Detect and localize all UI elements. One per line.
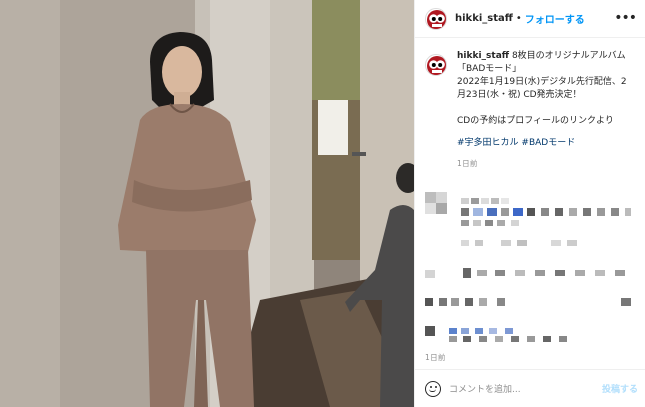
caption-username[interactable]: hikki_staff [457,51,509,61]
caption-text: hikki_staff 8枚目のオリジナルアルバム 「BADモード」 2022年… [457,50,640,150]
post-side-panel: hikki_staff • フォローする ••• hikki_staff 8枚目… [414,0,645,407]
comment-input[interactable]: コメントを追加... [449,382,602,395]
caption-hashtags[interactable]: #宇多田ヒカル #BADモード [457,137,640,150]
comment-timestamp: 1日前 [425,353,446,362]
caption-line-2: 「BADモード」 [457,64,522,74]
caption-line-1: 8枚目のオリジナルアルバム [511,51,626,61]
comment-text-blurred [461,198,631,228]
profile-avatar[interactable] [425,7,447,30]
pixelated-comments: 1日前 [415,188,645,368]
comment-row-2-blurred [425,268,635,280]
username-link[interactable]: hikki_staff [455,13,513,24]
comment-meta-blurred [461,240,581,248]
separator-dot: • [515,13,522,24]
caption-link-line: CDの予約はプロフィールのリンクより [457,116,614,126]
caption-line-3: 2022年1月19日(水)デジタル先行配信、2 [457,77,627,87]
caption-timestamp: 1日前 [457,159,478,168]
post-header: hikki_staff • フォローする ••• [415,0,645,38]
post-caption: hikki_staff 8枚目のオリジナルアルバム 「BADモード」 2022年… [425,50,640,169]
follow-button[interactable]: フォローする [525,11,585,26]
caption-avatar[interactable] [425,54,447,76]
post-photo [0,0,414,407]
post-comment-button[interactable]: 投稿する [602,382,638,395]
caption-line-4: 月23日(水・祝) CD発売決定！ [457,90,582,100]
more-horizontal-icon[interactable]: ••• [614,11,637,25]
comment-row-4-blurred [425,326,625,342]
comment-row-3-blurred [425,296,635,310]
emoji-icon[interactable] [425,380,441,397]
add-comment-bar: コメントを追加... 投稿する [415,369,645,407]
post-image [0,0,414,407]
comment-avatar-blurred [425,192,447,214]
